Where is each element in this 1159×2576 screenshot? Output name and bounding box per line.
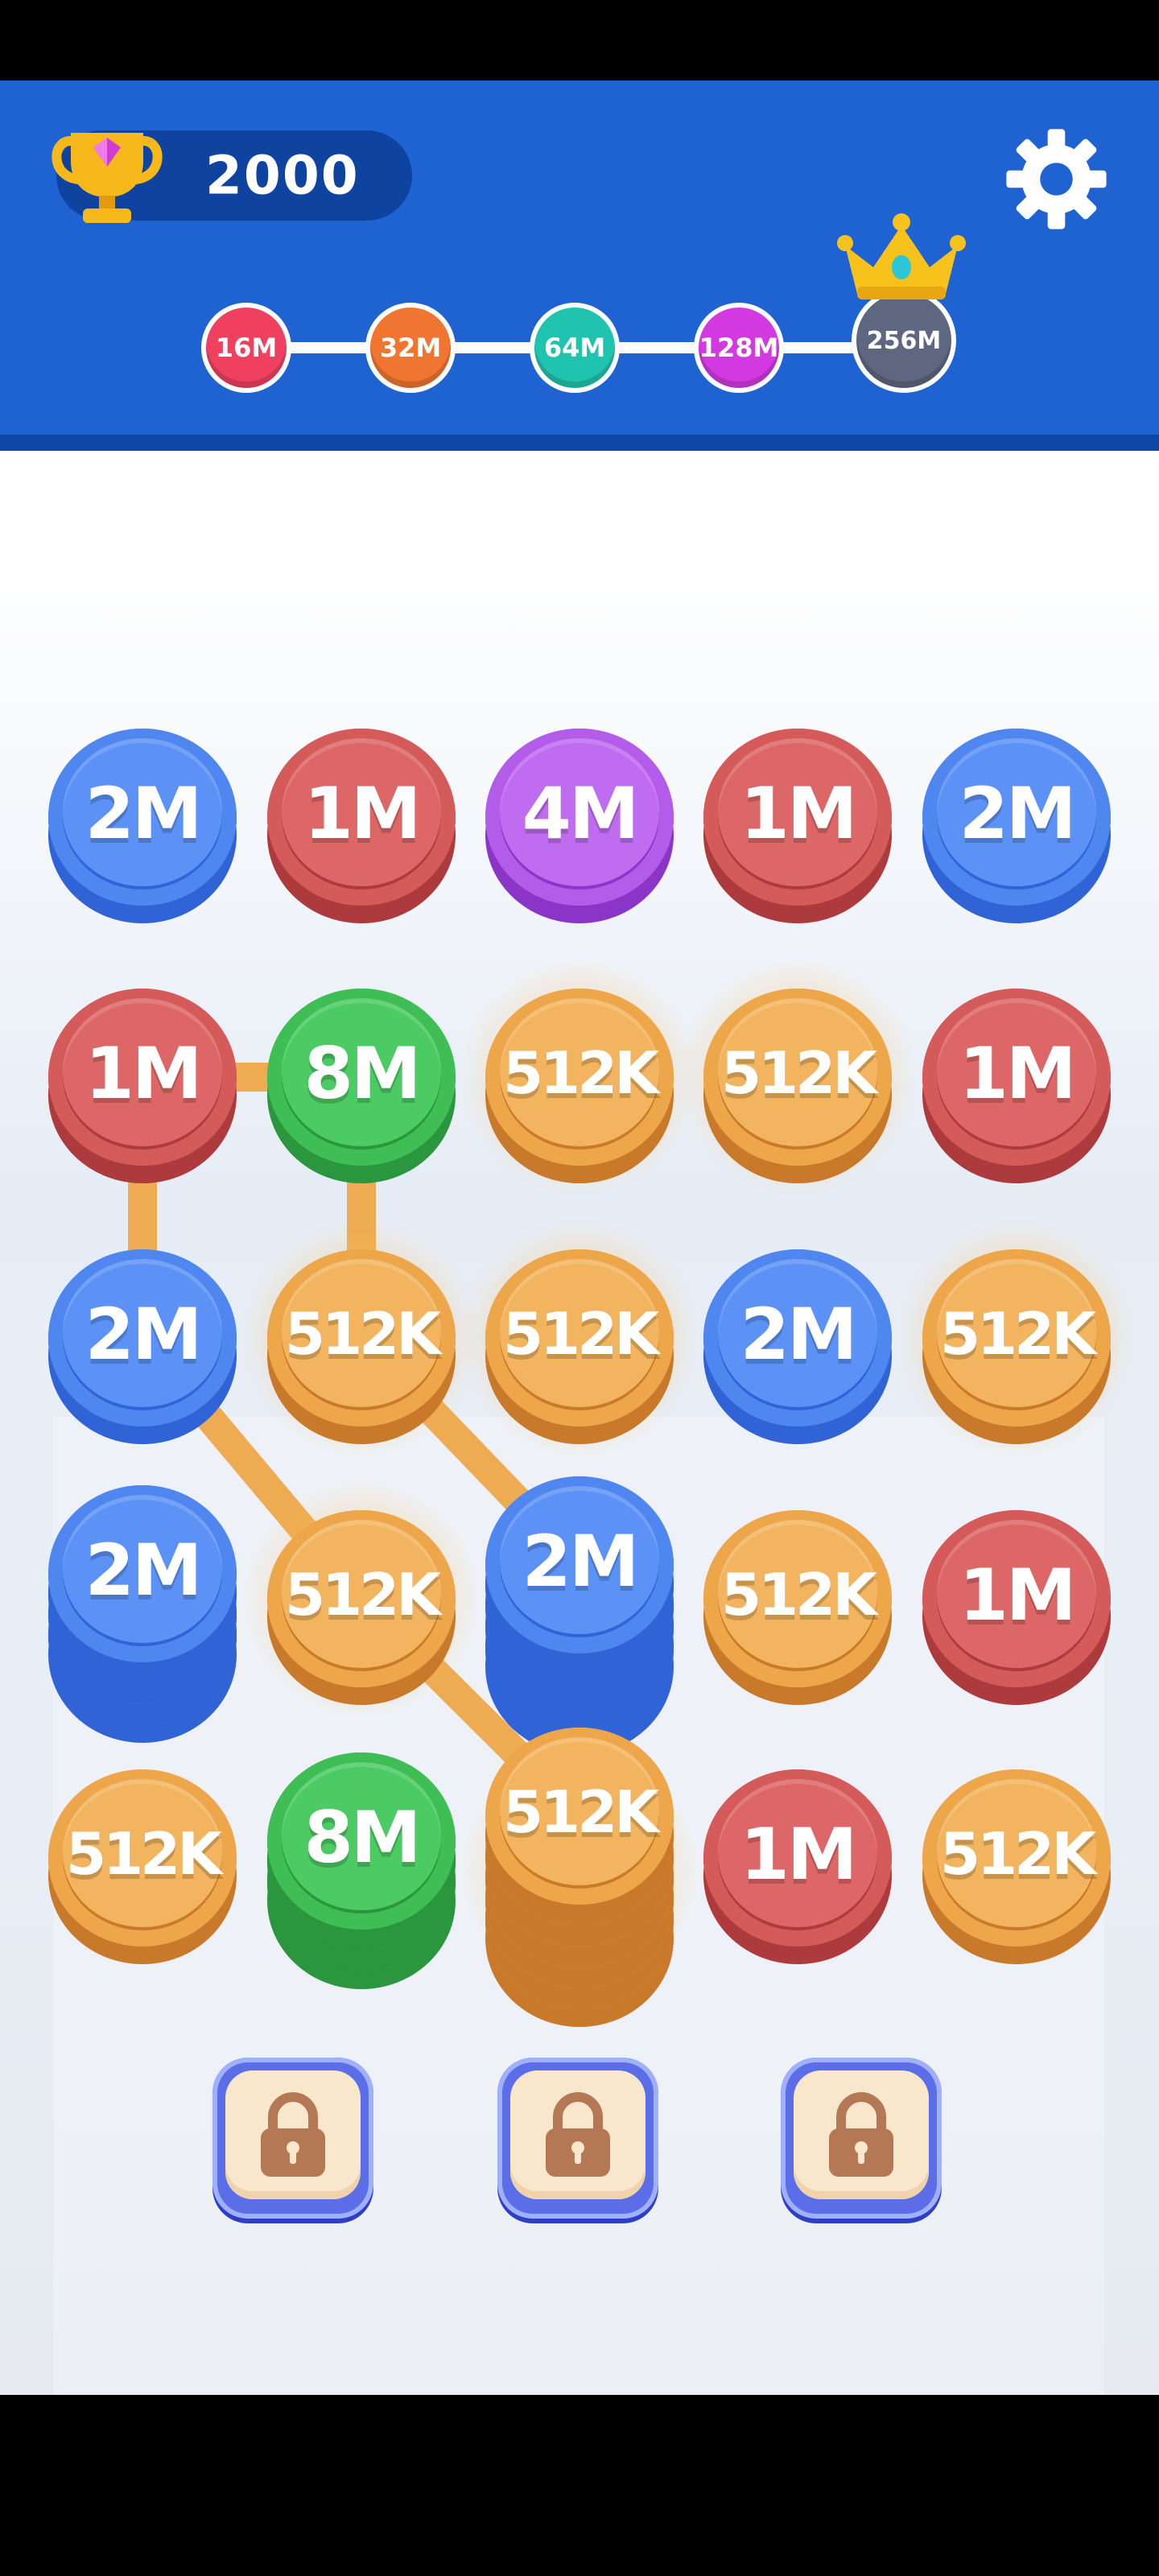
chip-label: 4M xyxy=(522,771,640,855)
chip-1m[interactable]: 1M xyxy=(703,1769,892,1946)
chip-label: 512K xyxy=(939,1820,1096,1888)
chip-stack[interactable]: 512K xyxy=(485,1728,674,2027)
locked-slot-2[interactable] xyxy=(497,2058,658,2219)
chip-stack[interactable]: 1M xyxy=(922,989,1111,1183)
chip-stack[interactable]: 2M xyxy=(48,729,237,923)
score-value: 2000 xyxy=(205,144,360,207)
milestone-label: 32M xyxy=(379,332,442,363)
chip-512k[interactable]: 512K xyxy=(922,1249,1111,1426)
chip-stack[interactable]: 8M xyxy=(267,989,456,1183)
chip-label: 2M xyxy=(959,771,1077,855)
chip-512k[interactable]: 512K xyxy=(485,1249,674,1426)
chip-512k[interactable]: 512K xyxy=(485,989,674,1166)
chip-1m[interactable]: 1M xyxy=(267,729,456,906)
chip-8m[interactable]: 8M xyxy=(267,1752,456,1930)
chip-stack[interactable]: 2M xyxy=(922,729,1111,923)
milestone-32m: 32M xyxy=(365,303,456,393)
chip-label: 512K xyxy=(720,1561,877,1629)
milestone-label: 256M xyxy=(866,326,942,355)
milestone-16m: 16M xyxy=(201,303,291,393)
chip-stack[interactable]: 1M xyxy=(48,989,237,1183)
chip-label: 2M xyxy=(740,1292,858,1376)
chip-stack[interactable]: 2M xyxy=(703,1249,892,1444)
chip-stack[interactable]: 512K xyxy=(267,1249,456,1444)
chip-512k[interactable]: 512K xyxy=(703,1510,892,1687)
chip-label: 1M xyxy=(303,771,422,855)
chip-label: 1M xyxy=(959,1553,1077,1637)
chip-512k[interactable]: 512K xyxy=(48,1769,237,1946)
chip-stack[interactable]: 2M xyxy=(485,1476,674,1755)
chip-label: 1M xyxy=(85,1031,203,1115)
chip-stack[interactable]: 8M xyxy=(267,1752,456,1989)
milestone-label: 128M xyxy=(699,332,779,363)
milestone-128m: 128M xyxy=(694,303,784,393)
chip-stack[interactable]: 4M xyxy=(485,729,674,923)
chip-label: 512K xyxy=(284,1561,441,1629)
locked-slot-3[interactable] xyxy=(781,2058,942,2219)
chip-stack[interactable]: 2M xyxy=(48,1249,237,1444)
gear-icon[interactable] xyxy=(1002,125,1111,233)
chip-label: 512K xyxy=(284,1300,441,1368)
trophy-icon xyxy=(52,133,163,223)
chip-label: 512K xyxy=(939,1300,1096,1368)
locked-slot-1[interactable] xyxy=(212,2058,373,2219)
chip-stack[interactable]: 512K xyxy=(922,1249,1111,1444)
chip-stack[interactable]: 1M xyxy=(267,729,456,923)
chip-512k[interactable]: 512K xyxy=(485,1728,674,1905)
chip-2m[interactable]: 2M xyxy=(485,1476,674,1653)
chip-512k[interactable]: 512K xyxy=(703,989,892,1166)
chip-512k[interactable]: 512K xyxy=(267,1249,456,1426)
chip-2m[interactable]: 2M xyxy=(48,1249,237,1426)
chip-512k[interactable]: 512K xyxy=(922,1769,1111,1946)
chip-label: 1M xyxy=(959,1031,1077,1115)
chip-512k[interactable]: 512K xyxy=(267,1510,456,1687)
chip-stack[interactable]: 512K xyxy=(485,1249,674,1444)
chip-4m[interactable]: 4M xyxy=(485,729,674,906)
lock-icon xyxy=(829,2092,893,2177)
chip-label: 512K xyxy=(65,1820,222,1888)
chip-label: 512K xyxy=(502,1039,659,1107)
chip-stack[interactable]: 512K xyxy=(48,1769,237,1964)
chip-label: 512K xyxy=(502,1300,659,1368)
crown-icon xyxy=(837,213,966,299)
chip-label: 512K xyxy=(720,1039,877,1107)
chip-1m[interactable]: 1M xyxy=(922,1510,1111,1687)
chip-2m[interactable]: 2M xyxy=(48,1485,237,1662)
game-header: 2000 16M 32M 64M 128M 256M xyxy=(0,80,1159,451)
chip-label: 2M xyxy=(85,1292,203,1376)
chip-stack[interactable]: 512K xyxy=(267,1510,456,1705)
chip-2m[interactable]: 2M xyxy=(922,729,1111,906)
chip-stack[interactable]: 1M xyxy=(703,729,892,923)
chip-stack[interactable]: 512K xyxy=(485,989,674,1183)
milestone-label: 64M xyxy=(543,332,606,363)
chip-8m[interactable]: 8M xyxy=(267,989,456,1166)
chip-1m[interactable]: 1M xyxy=(48,989,237,1166)
chip-stack[interactable]: 2M xyxy=(48,1485,237,1743)
lock-icon xyxy=(261,2092,325,2177)
lock-icon xyxy=(546,2092,610,2177)
chip-label: 2M xyxy=(85,771,203,855)
chip-stack[interactable]: 512K xyxy=(703,989,892,1183)
chip-1m[interactable]: 1M xyxy=(703,729,892,906)
chip-label: 1M xyxy=(740,771,858,855)
chip-stack[interactable]: 512K xyxy=(922,1769,1111,1964)
navigation-bar xyxy=(0,2395,1159,2576)
chip-label: 8M xyxy=(303,1795,422,1879)
chip-label: 2M xyxy=(85,1528,203,1612)
chip-stack[interactable]: 1M xyxy=(703,1769,892,1964)
chip-label: 512K xyxy=(502,1778,659,1846)
chip-stack[interactable]: 1M xyxy=(922,1510,1111,1705)
status-bar xyxy=(0,0,1159,80)
milestone-label: 16M xyxy=(215,332,278,363)
chip-label: 8M xyxy=(303,1031,422,1115)
chip-1m[interactable]: 1M xyxy=(922,989,1111,1166)
chip-stack[interactable]: 512K xyxy=(703,1510,892,1705)
chip-2m[interactable]: 2M xyxy=(48,729,237,906)
chip-label: 1M xyxy=(740,1812,858,1896)
chip-label: 2M xyxy=(522,1519,640,1603)
milestone-64m: 64M xyxy=(530,303,620,393)
chip-2m[interactable]: 2M xyxy=(703,1249,892,1426)
